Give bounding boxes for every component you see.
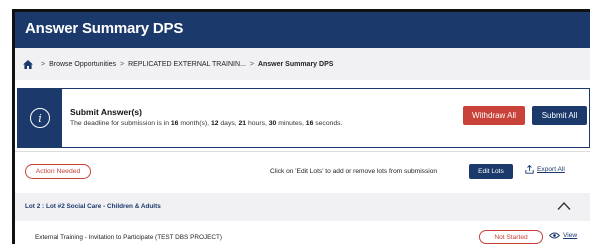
submit-answers-panel: i Submit Answer(s) The deadline for subm… <box>17 88 590 148</box>
info-icon: i <box>30 108 50 128</box>
lots-action-bar: Action Needed Click on 'Edit Lots' to ad… <box>15 152 590 192</box>
deadline-prefix: The deadline for submission is in <box>70 120 169 127</box>
table-row: External Training - Invitation to Partic… <box>15 221 590 244</box>
breadcrumb-separator: > <box>249 60 254 68</box>
edit-lots-hint: Click on 'Edit Lots' to add or remove lo… <box>270 168 438 175</box>
status-badge: Not Started <box>479 230 543 244</box>
deadline-days-unit: days, <box>220 120 237 127</box>
deadline-months: 16 <box>170 120 179 127</box>
deadline-seconds-unit: seconds. <box>315 120 343 127</box>
breadcrumb: > Browse Opportunities > REPLICATED EXTE… <box>15 48 590 80</box>
deadline-minutes-unit: minutes, <box>278 120 304 127</box>
submit-heading: Submit Answer(s) <box>70 107 142 117</box>
home-icon[interactable] <box>23 59 33 69</box>
deadline-minutes: 30 <box>268 120 277 127</box>
withdraw-all-button[interactable]: Withdraw All <box>463 106 525 125</box>
deadline-hours-unit: hours, <box>247 120 267 127</box>
deadline-seconds: 16 <box>305 120 314 127</box>
deadline-text: The deadline for submission is in 16 mon… <box>70 120 342 127</box>
export-all-link[interactable]: Export All <box>525 165 565 174</box>
export-icon <box>525 165 534 174</box>
view-label: View <box>563 232 578 239</box>
page-header: Answer Summary DPS <box>15 12 590 48</box>
submit-all-button[interactable]: Submit All <box>532 106 587 125</box>
app-frame: Answer Summary DPS > Browse Opportunitie… <box>12 9 590 244</box>
deadline-hours: 21 <box>238 120 247 127</box>
deadline-months-unit: month(s), <box>180 120 210 127</box>
view-link[interactable]: View <box>549 232 577 239</box>
eye-icon <box>549 232 560 239</box>
edit-lots-button[interactable]: Edit Lots <box>469 164 513 179</box>
page-title: Answer Summary DPS <box>25 20 184 37</box>
breadcrumb-replicated-training[interactable]: REPLICATED EXTERNAL TRAININ... <box>128 61 246 68</box>
action-needed-badge: Action Needed <box>25 164 91 179</box>
breadcrumb-current: Answer Summary DPS <box>257 60 334 68</box>
deadline-days: 12 <box>210 120 219 127</box>
breadcrumb-separator: > <box>41 60 46 68</box>
breadcrumb-browse-opportunities[interactable]: Browse Opportunities <box>49 61 116 68</box>
info-icon-box: i <box>18 89 62 147</box>
lot-header[interactable]: Lot 2 : Lot #2 Social Care - Children & … <box>15 193 590 221</box>
breadcrumb-separator: > <box>120 60 125 68</box>
export-all-label: Export All <box>537 166 565 173</box>
chevron-up-icon[interactable] <box>557 200 571 212</box>
lot-item-name: External Training - Invitation to Partic… <box>35 234 223 241</box>
lot-title: Lot 2 : Lot #2 Social Care - Children & … <box>25 203 161 210</box>
